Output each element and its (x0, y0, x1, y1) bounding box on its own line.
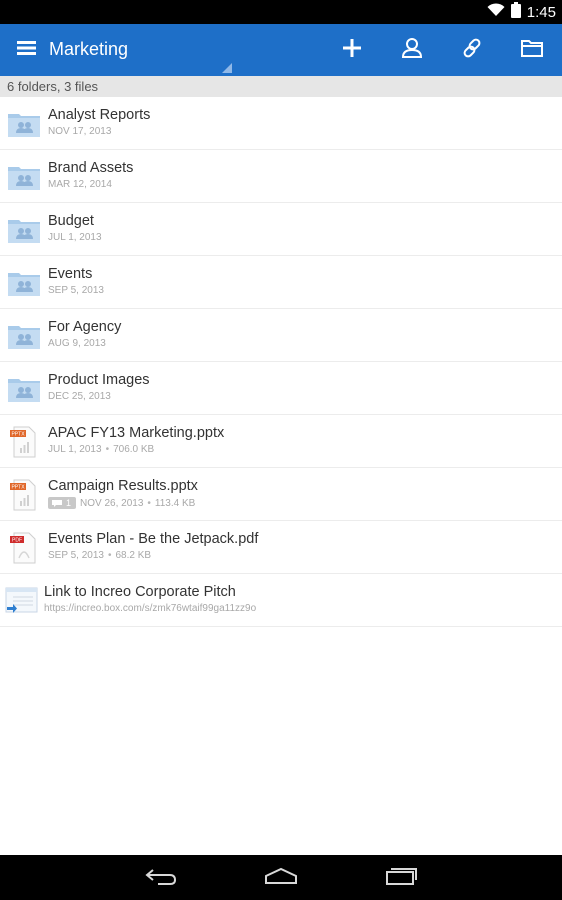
item-meta: JUL 1, 2013 • 706.0 KB (48, 444, 154, 455)
home-button[interactable] (261, 863, 301, 893)
list-item-folder[interactable]: Analyst Reports NOV 17, 2013 (0, 97, 562, 150)
meta-separator: • (105, 444, 110, 455)
item-date: DEC 25, 2013 (48, 391, 111, 402)
shared-folder-icon (7, 373, 41, 405)
menu-icon (17, 40, 37, 61)
file-type-label: PPTX (11, 485, 25, 491)
status-icons: 1:45 (487, 0, 556, 24)
dropdown-indicator-icon (222, 60, 232, 73)
add-icon (342, 38, 362, 63)
item-meta: AUG 9, 2013 (48, 338, 106, 349)
shared-folder-icon (7, 108, 41, 140)
link-icon (461, 37, 483, 64)
item-title: Brand Assets (48, 160, 134, 176)
list-item-folder[interactable]: Brand Assets MAR 12, 2014 (0, 150, 562, 203)
item-meta: 1 NOV 26, 2013 • 113.4 KB (48, 497, 195, 509)
folder-icon (521, 39, 543, 62)
item-size: 706.0 KB (113, 444, 155, 455)
item-title: For Agency (48, 319, 122, 335)
app-bar: Marketing (0, 24, 562, 76)
pptx-file-icon: PPTX (7, 479, 41, 511)
file-list: Analyst Reports NOV 17, 2013 Brand Asset… (0, 97, 562, 627)
web-link-icon (5, 585, 39, 617)
status-bar: 1:45 (0, 0, 562, 24)
item-meta: JUL 1, 2013 (48, 232, 102, 243)
list-item-file[interactable]: PPTX Campaign Results.pptx 1 NOV 26, 201… (0, 468, 562, 521)
list-item-folder[interactable]: For Agency AUG 9, 2013 (0, 309, 562, 362)
item-title: Events (48, 266, 93, 282)
list-item-file[interactable]: PDF Events Plan - Be the Jetpack.pdf SEP… (0, 521, 562, 574)
item-date: SEP 5, 2013 (48, 285, 104, 296)
item-date: AUG 9, 2013 (48, 338, 106, 349)
item-date: MAR 12, 2014 (48, 179, 112, 190)
shared-folder-icon (7, 320, 41, 352)
file-type-label: PPTX (11, 432, 25, 438)
item-meta: SEP 5, 2013 (48, 285, 104, 296)
list-item-folder[interactable]: Budget JUL 1, 2013 (0, 203, 562, 256)
item-title: Budget (48, 213, 94, 229)
item-title: Campaign Results.pptx (48, 478, 198, 494)
list-item-weblink[interactable]: Link to Increo Corporate Pitch https://i… (0, 574, 562, 627)
item-meta: DEC 25, 2013 (48, 391, 111, 402)
collaborators-button[interactable] (394, 34, 430, 66)
recent-apps-button[interactable] (381, 863, 421, 893)
add-button[interactable] (334, 34, 370, 66)
folder-title[interactable]: Marketing (49, 39, 128, 60)
comment-count: 1 (66, 498, 72, 508)
comment-badge: 1 (48, 497, 76, 509)
item-meta: NOV 17, 2013 (48, 126, 111, 137)
folder-options-button[interactable] (514, 34, 550, 66)
wifi-icon (487, 2, 505, 22)
item-title: Product Images (48, 372, 150, 388)
item-size: 113.4 KB (154, 497, 196, 509)
item-meta: SEP 5, 2013 • 68.2 KB (48, 550, 151, 561)
item-date: NOV 26, 2013 (80, 497, 144, 509)
home-icon (263, 866, 299, 891)
meta-separator: • (147, 497, 151, 509)
item-title: APAC FY13 Marketing.pptx (48, 425, 225, 441)
pptx-file-icon: PPTX (7, 426, 41, 458)
shared-folder-icon (7, 161, 41, 193)
status-time: 1:45 (526, 3, 556, 21)
list-item-folder[interactable]: Events SEP 5, 2013 (0, 256, 562, 309)
collaborator-icon (401, 37, 423, 64)
list-item-file[interactable]: PPTX APAC FY13 Marketing.pptx JUL 1, 201… (0, 415, 562, 468)
item-date: SEP 5, 2013 (48, 550, 104, 561)
recent-apps-icon (384, 866, 418, 891)
battery-icon (510, 1, 521, 23)
item-title: Link to Increo Corporate Pitch (44, 584, 236, 600)
share-link-button[interactable] (454, 34, 490, 66)
system-nav-bar (0, 855, 562, 900)
file-type-label: PDF (12, 538, 22, 544)
list-item-folder[interactable]: Product Images DEC 25, 2013 (0, 362, 562, 415)
item-size: 68.2 KB (115, 550, 152, 561)
pdf-file-icon: PDF (7, 532, 41, 564)
item-date: NOV 17, 2013 (48, 126, 112, 137)
menu-button[interactable] (10, 34, 44, 66)
shared-folder-icon (7, 214, 41, 246)
back-icon (144, 866, 178, 891)
item-title: Analyst Reports (48, 107, 151, 123)
item-meta: MAR 12, 2014 (48, 179, 112, 190)
folder-summary: 6 folders, 3 files (0, 76, 562, 97)
item-title: Events Plan - Be the Jetpack.pdf (48, 531, 259, 547)
shared-folder-icon (7, 267, 41, 299)
meta-separator: • (107, 550, 112, 561)
item-date: JUL 1, 2013 (48, 232, 102, 243)
item-url: https://increo.box.com/s/zmk76wtaif99ga1… (44, 603, 257, 614)
back-button[interactable] (141, 863, 181, 893)
item-date: JUL 1, 2013 (48, 444, 102, 455)
